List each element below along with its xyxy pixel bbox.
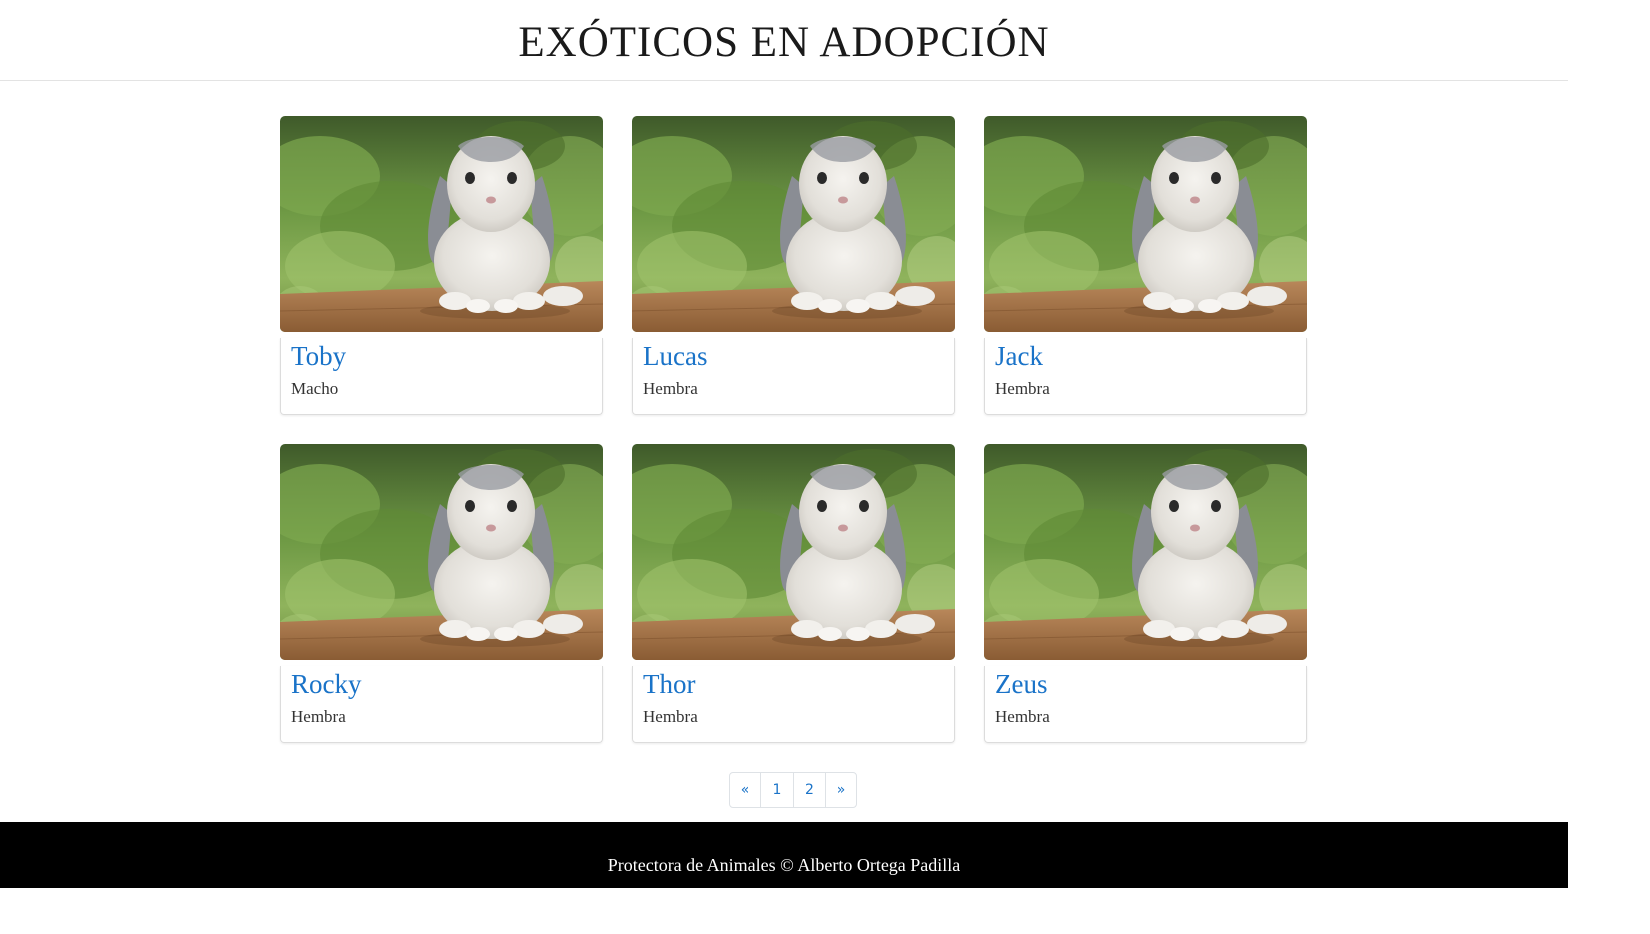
pet-card[interactable]: Thor Hembra	[632, 444, 955, 743]
pet-sex: Hembra	[643, 379, 698, 398]
rabbit-photo[interactable]	[280, 116, 603, 332]
page-footer: Protectora de Animales © Alberto Ortega …	[0, 822, 1568, 888]
rabbit-photo[interactable]	[984, 444, 1307, 660]
pet-name-link[interactable]: Rocky	[291, 667, 592, 701]
pet-name-link[interactable]: Thor	[643, 667, 944, 701]
pet-card[interactable]: Toby Macho	[280, 116, 603, 415]
page-header: EXÓTICOS EN ADOPCIÓN	[0, 0, 1568, 81]
pet-grid: Toby Macho Lucas Hembra Jack Hembra Rock…	[280, 116, 1307, 743]
pet-name-link[interactable]: Jack	[995, 339, 1296, 373]
pet-card[interactable]: Lucas Hembra	[632, 116, 955, 415]
pet-sex: Hembra	[995, 707, 1050, 726]
pet-sex: Hembra	[291, 707, 346, 726]
rabbit-photo[interactable]	[280, 444, 603, 660]
rabbit-photo[interactable]	[632, 444, 955, 660]
pet-card[interactable]: Jack Hembra	[984, 116, 1307, 415]
pet-card[interactable]: Rocky Hembra	[280, 444, 603, 743]
pagination-next-button[interactable]: »	[826, 773, 856, 807]
card-body: Jack Hembra	[984, 338, 1307, 415]
card-body: Lucas Hembra	[632, 338, 955, 415]
pagination-page-2[interactable]: 2	[794, 773, 826, 807]
pagination: « 1 2 »	[729, 772, 857, 808]
pet-name-link[interactable]: Lucas	[643, 339, 944, 373]
card-body: Toby Macho	[280, 338, 603, 415]
pagination-prev-button[interactable]: «	[730, 773, 761, 807]
pet-sex: Macho	[291, 379, 339, 398]
rabbit-photo[interactable]	[632, 116, 955, 332]
pet-sex: Hembra	[995, 379, 1050, 398]
card-body: Rocky Hembra	[280, 666, 603, 743]
pet-sex: Hembra	[643, 707, 698, 726]
pet-card[interactable]: Zeus Hembra	[984, 444, 1307, 743]
pet-name-link[interactable]: Toby	[291, 339, 592, 373]
page-title: EXÓTICOS EN ADOPCIÓN	[518, 18, 1050, 66]
card-body: Zeus Hembra	[984, 666, 1307, 743]
pet-name-link[interactable]: Zeus	[995, 667, 1296, 701]
pagination-page-1[interactable]: 1	[761, 773, 794, 807]
rabbit-photo[interactable]	[984, 116, 1307, 332]
footer-text: Protectora de Animales © Alberto Ortega …	[607, 854, 961, 875]
card-body: Thor Hembra	[632, 666, 955, 743]
